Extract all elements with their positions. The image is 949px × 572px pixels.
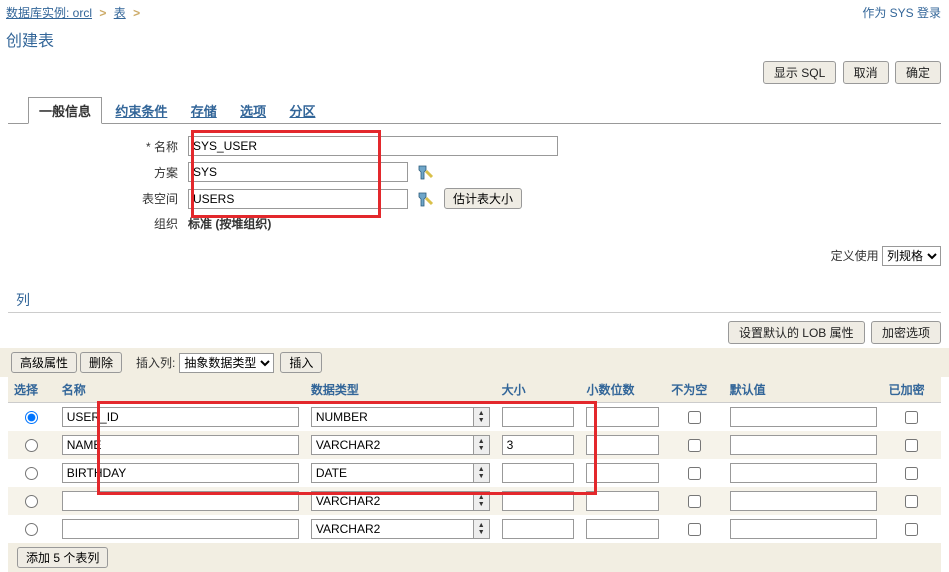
show-sql-button[interactable]: 显示 SQL	[763, 61, 836, 84]
flashlight-icon[interactable]	[416, 163, 434, 181]
th-select: 选择	[8, 377, 56, 403]
tab-partitions[interactable]: 分区	[279, 98, 325, 123]
col-datatype-input[interactable]	[311, 407, 474, 427]
col-scale-input[interactable]	[586, 519, 659, 539]
th-notnull: 不为空	[665, 377, 723, 403]
col-notnull-checkbox[interactable]	[688, 523, 701, 536]
columns-section-title: 列	[8, 284, 941, 313]
login-as-text: 作为 SYS 登录	[854, 0, 949, 25]
schema-label: 方案	[8, 164, 188, 181]
columns-table: 选择 名称 数据类型 大小 小数位数 不为空 默认值 已加密 ▲▼ ▲▼ ▲▼ ▲▼ ▲…	[8, 377, 941, 543]
datatype-spinner-icon[interactable]: ▲▼	[474, 519, 490, 539]
row-select-radio[interactable]	[25, 523, 38, 536]
row-select-radio[interactable]	[25, 411, 38, 424]
advanced-props-button[interactable]: 高级属性	[11, 352, 77, 373]
insert-col-type-select[interactable]: 抽象数据类型	[179, 353, 274, 373]
col-size-input[interactable]	[502, 435, 575, 455]
th-name: 名称	[56, 377, 305, 403]
breadcrumb-tables-link[interactable]: 表	[114, 6, 126, 20]
th-scale: 小数位数	[580, 377, 665, 403]
add-rows-button[interactable]: 添加 5 个表列	[17, 547, 108, 568]
col-notnull-checkbox[interactable]	[688, 411, 701, 424]
col-name-input[interactable]	[62, 491, 299, 511]
breadcrumb-sep-icon: >	[129, 6, 144, 20]
breadcrumb: 数据库实例: orcl > 表 >	[0, 0, 150, 25]
tablespace-label: 表空间	[8, 190, 188, 207]
estimate-size-button[interactable]: 估计表大小	[444, 188, 522, 209]
name-input[interactable]	[188, 136, 558, 156]
table-row: ▲▼	[8, 487, 941, 515]
col-encrypted-checkbox[interactable]	[905, 495, 918, 508]
datatype-spinner-icon[interactable]: ▲▼	[474, 463, 490, 483]
page-title: 创建表	[0, 25, 949, 53]
col-size-input[interactable]	[502, 491, 575, 511]
encrypt-options-button[interactable]: 加密选项	[871, 321, 941, 344]
col-encrypted-checkbox[interactable]	[905, 467, 918, 480]
table-row: ▲▼	[8, 403, 941, 432]
col-notnull-checkbox[interactable]	[688, 439, 701, 452]
col-datatype-input[interactable]	[311, 491, 474, 511]
col-default-input[interactable]	[730, 463, 877, 483]
insert-button[interactable]: 插入	[280, 352, 322, 373]
row-select-radio[interactable]	[25, 439, 38, 452]
table-row: ▲▼	[8, 431, 941, 459]
col-size-input[interactable]	[502, 407, 575, 427]
col-datatype-input[interactable]	[311, 435, 474, 455]
tab-general[interactable]: 一般信息	[28, 97, 102, 124]
tab-storage[interactable]: 存储	[181, 98, 227, 123]
col-datatype-input[interactable]	[311, 463, 474, 483]
breadcrumb-db-link[interactable]: 数据库实例: orcl	[6, 6, 92, 20]
tabs: 一般信息 约束条件 存储 选项 分区	[8, 96, 941, 124]
org-value: 标准 (按堆组织)	[188, 215, 271, 232]
col-default-input[interactable]	[730, 435, 877, 455]
col-size-input[interactable]	[502, 519, 575, 539]
col-size-input[interactable]	[502, 463, 575, 483]
schema-input[interactable]	[188, 162, 408, 182]
confirm-button[interactable]: 确定	[895, 61, 941, 84]
col-notnull-checkbox[interactable]	[688, 495, 701, 508]
row-select-radio[interactable]	[25, 495, 38, 508]
col-encrypted-checkbox[interactable]	[905, 523, 918, 536]
org-label: 组织	[8, 215, 188, 232]
datatype-spinner-icon[interactable]: ▲▼	[474, 407, 490, 427]
th-datatype: 数据类型	[305, 377, 496, 403]
col-name-input[interactable]	[62, 519, 299, 539]
col-name-input[interactable]	[62, 435, 299, 455]
col-encrypted-checkbox[interactable]	[905, 411, 918, 424]
datatype-spinner-icon[interactable]: ▲▼	[474, 435, 490, 455]
insert-col-label: 插入列:	[136, 354, 175, 371]
col-scale-input[interactable]	[586, 491, 659, 511]
tab-options[interactable]: 选项	[230, 98, 276, 123]
th-size: 大小	[496, 377, 581, 403]
row-select-radio[interactable]	[25, 467, 38, 480]
col-scale-input[interactable]	[586, 407, 659, 427]
name-label: * 名称	[8, 138, 188, 155]
table-row: ▲▼	[8, 515, 941, 543]
table-row: ▲▼	[8, 459, 941, 487]
tablespace-input[interactable]	[188, 189, 408, 209]
th-default: 默认值	[724, 377, 883, 403]
col-name-input[interactable]	[62, 407, 299, 427]
delete-button[interactable]: 删除	[80, 352, 122, 373]
define-using-label: 定义使用	[831, 249, 879, 263]
col-default-input[interactable]	[730, 519, 877, 539]
tab-constraints[interactable]: 约束条件	[105, 98, 177, 123]
set-default-lob-button[interactable]: 设置默认的 LOB 属性	[728, 321, 865, 344]
flashlight-icon[interactable]	[416, 190, 434, 208]
col-name-input[interactable]	[62, 463, 299, 483]
col-scale-input[interactable]	[586, 435, 659, 455]
datatype-spinner-icon[interactable]: ▲▼	[474, 491, 490, 511]
col-notnull-checkbox[interactable]	[688, 467, 701, 480]
th-encrypted: 已加密	[883, 377, 941, 403]
cancel-button[interactable]: 取消	[843, 61, 889, 84]
col-scale-input[interactable]	[586, 463, 659, 483]
col-datatype-input[interactable]	[311, 519, 474, 539]
breadcrumb-sep-icon: >	[95, 6, 110, 20]
col-default-input[interactable]	[730, 407, 877, 427]
col-default-input[interactable]	[730, 491, 877, 511]
col-encrypted-checkbox[interactable]	[905, 439, 918, 452]
define-using-select[interactable]: 列规格	[882, 246, 941, 266]
